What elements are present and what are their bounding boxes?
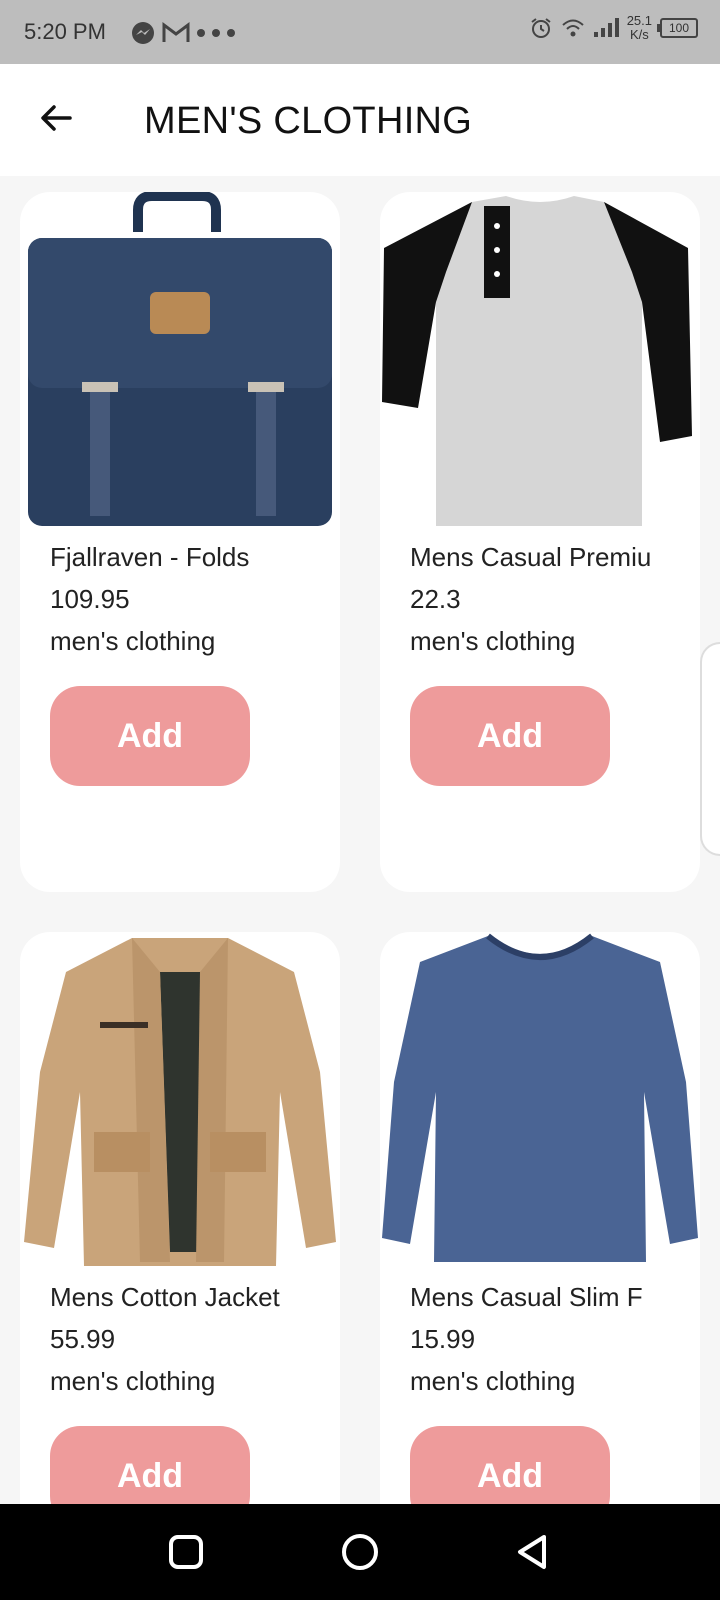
product-category: men's clothing	[50, 1366, 216, 1396]
wifi-icon	[562, 19, 584, 37]
product-card[interactable]: Mens Casual Slim F 15.99 men's clothing …	[380, 932, 700, 1504]
status-time: 5:20 PM	[24, 19, 106, 44]
product-price: 109.95	[50, 584, 130, 614]
more-dots-icon	[197, 29, 235, 37]
signal-icon	[593, 18, 619, 37]
network-speed-value: 25.1	[626, 13, 652, 28]
network-speed-unit: K/s	[629, 27, 649, 42]
status-bar: 5:20 PM 25.1 K/s 100	[0, 0, 720, 64]
status-system-icons: 25.1 K/s 100	[529, 14, 698, 42]
status-notification-icons	[130, 20, 236, 46]
battery-icon: 100	[657, 18, 698, 38]
product-title: Fjallraven - Folds	[50, 542, 250, 572]
add-to-cart-button[interactable]: Add	[50, 1426, 250, 1504]
product-image-jacket[interactable]	[20, 932, 340, 1272]
back-button[interactable]	[28, 90, 84, 146]
product-price: 15.99	[410, 1324, 476, 1354]
system-nav-bar	[0, 1504, 720, 1600]
alarm-icon	[531, 18, 551, 38]
home-icon[interactable]	[340, 1532, 380, 1572]
app-bar: MEN'S CLOTHING	[0, 64, 720, 176]
product-grid: Fjallraven - Folds 109.95 men's clothing…	[0, 176, 720, 1504]
back-triangle-icon[interactable]	[512, 1532, 552, 1572]
page-title: MEN'S CLOTHING	[144, 100, 473, 142]
product-category: men's clothing	[410, 1366, 576, 1396]
add-to-cart-button[interactable]: Add	[50, 686, 250, 786]
product-title: Mens Cotton Jacket	[50, 1282, 280, 1312]
product-category: men's clothing	[50, 626, 216, 656]
arrow-left-icon	[41, 105, 72, 131]
product-price: 55.99	[50, 1324, 116, 1354]
edge-panel-handle[interactable]	[700, 642, 720, 856]
product-category: men's clothing	[410, 626, 576, 656]
recent-apps-icon[interactable]	[166, 1532, 206, 1572]
add-to-cart-button[interactable]: Add	[410, 686, 610, 786]
network-speed: 25.1 K/s	[627, 14, 652, 42]
product-title: Mens Casual Premiu	[410, 542, 652, 572]
product-title: Mens Casual Slim F	[410, 1282, 643, 1312]
product-image-longsleeve[interactable]	[380, 932, 700, 1272]
product-card[interactable]: Fjallraven - Folds 109.95 men's clothing…	[20, 192, 340, 892]
product-card[interactable]: Mens Casual Premiu 22.3 men's clothing A…	[380, 192, 700, 892]
product-image-henley[interactable]	[380, 192, 700, 532]
gmail-icon	[162, 22, 190, 42]
messenger-icon	[132, 22, 154, 44]
product-image-backpack[interactable]	[20, 192, 340, 532]
product-card[interactable]: Mens Cotton Jacket 55.99 men's clothing …	[20, 932, 340, 1504]
add-to-cart-button[interactable]: Add	[410, 1426, 610, 1504]
product-price: 22.3	[410, 584, 461, 614]
